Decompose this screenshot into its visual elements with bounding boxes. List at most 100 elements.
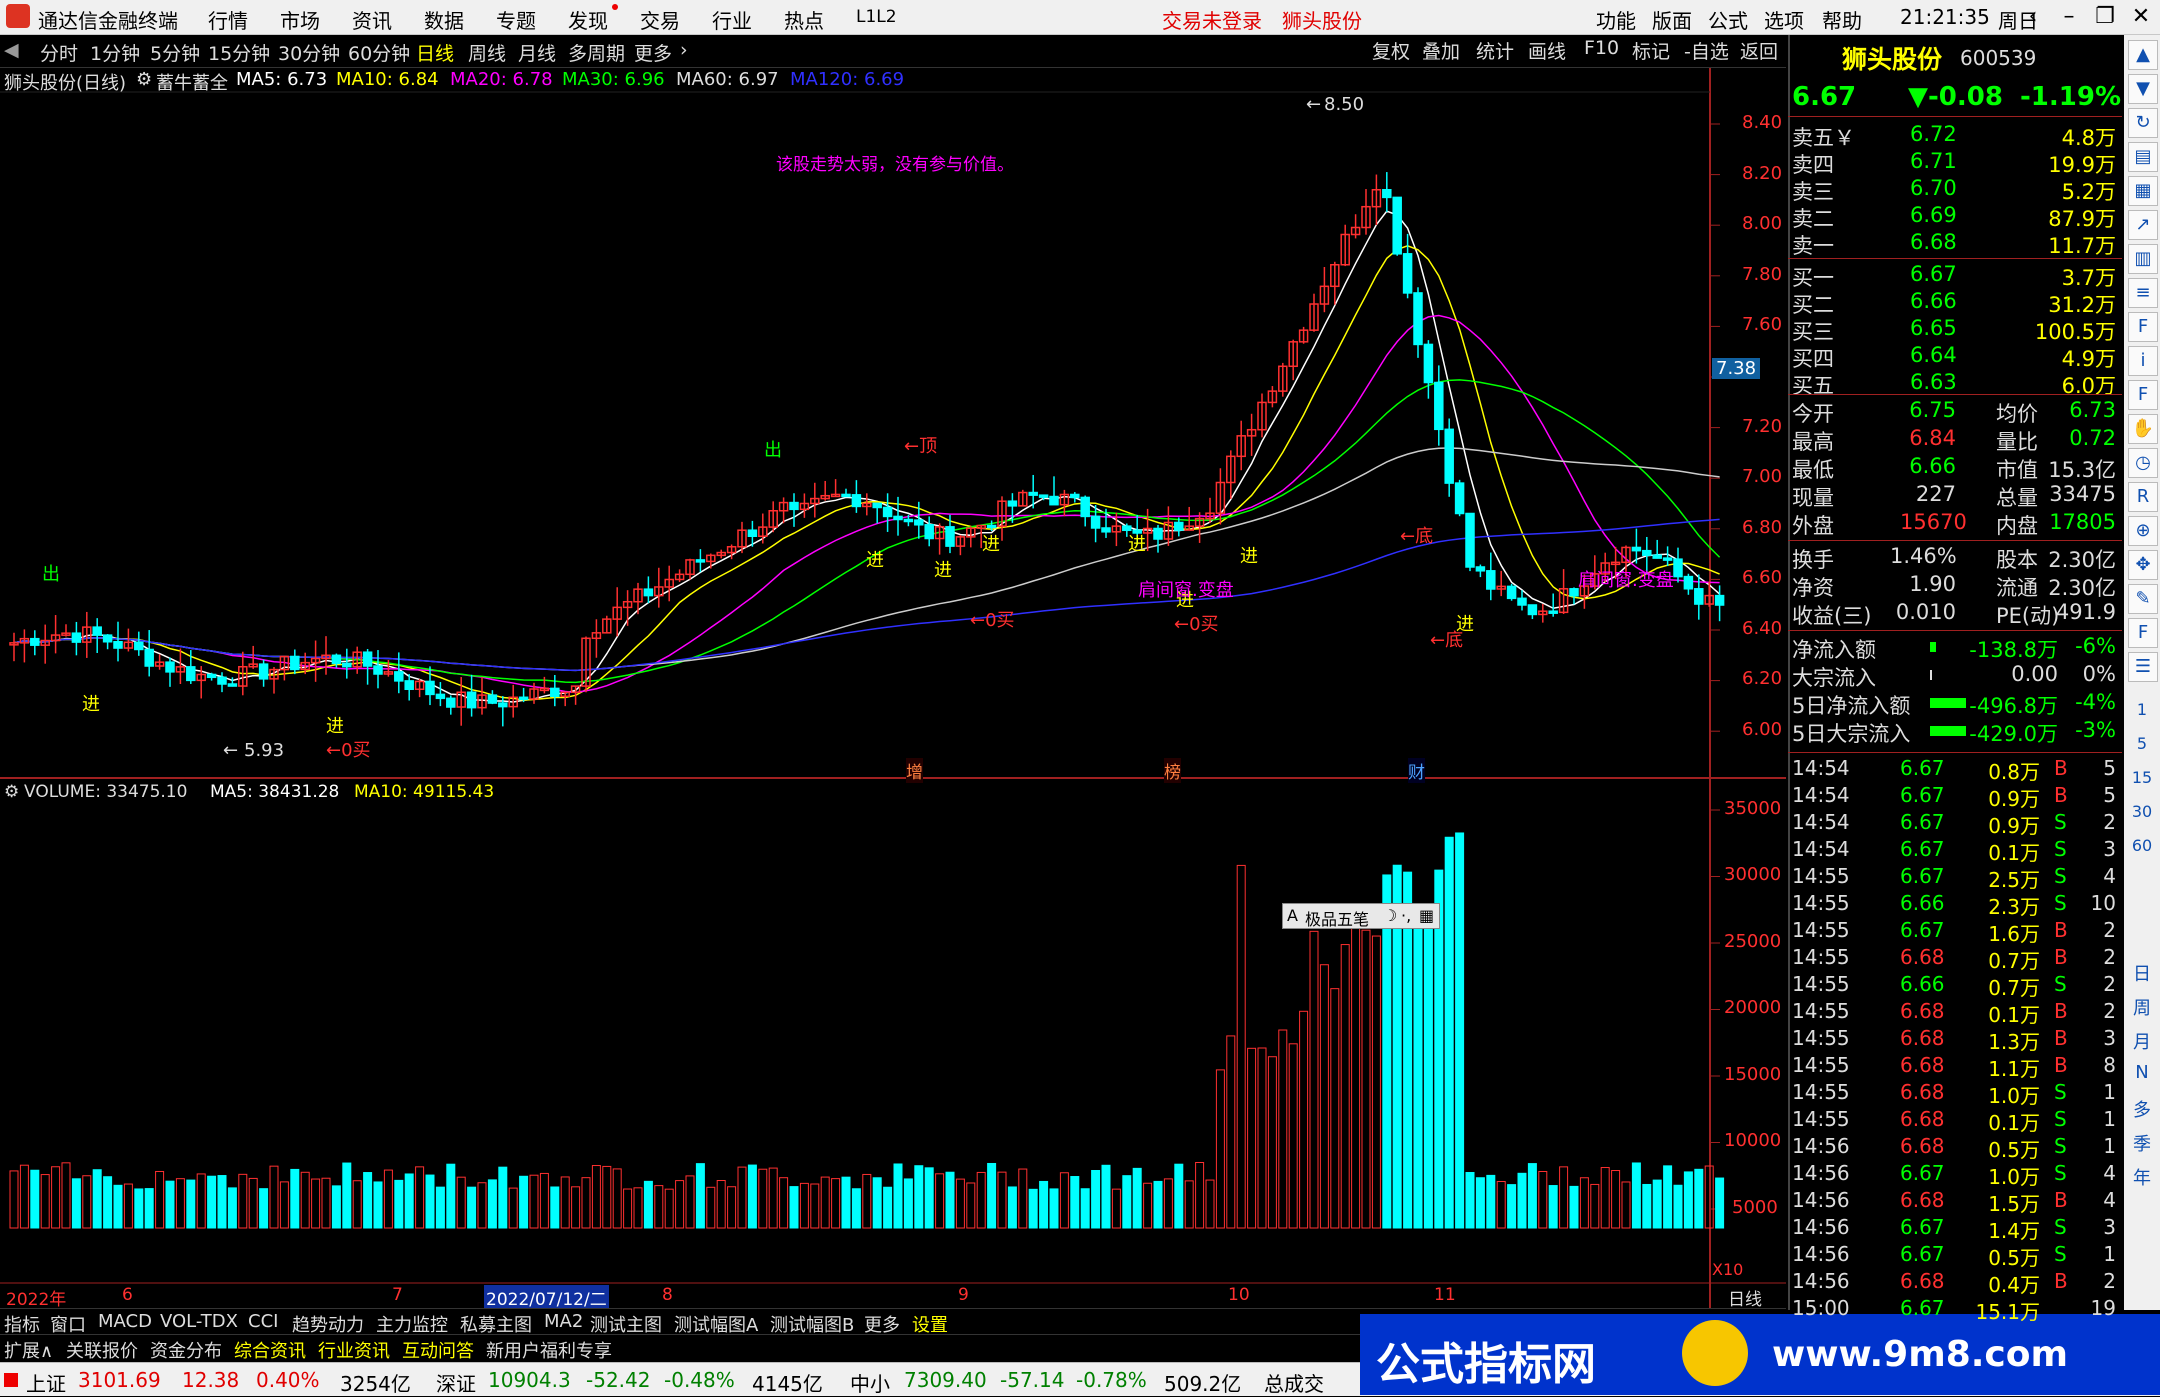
table-icon[interactable]: ▦ [2128, 176, 2158, 206]
tab-vol-tdx[interactable]: VOL-TDX [160, 1311, 238, 1332]
tool-overlay[interactable]: 叠加 [1422, 37, 1460, 64]
menu-industry[interactable]: 行业 [712, 5, 752, 34]
collapse-icon[interactable]: ◀ [4, 39, 19, 61]
event-bang[interactable]: 榜 [1164, 758, 1181, 783]
tab-expand[interactable]: 扩展∧ [4, 1337, 53, 1363]
menu-function[interactable]: 功能 [1596, 5, 1636, 34]
tab-fund-distribution[interactable]: 资金分布 [150, 1337, 222, 1363]
menu-formula[interactable]: 公式 [1708, 5, 1748, 34]
tab-macd[interactable]: MACD [98, 1311, 152, 1332]
period-shortcut[interactable]: 30 [2128, 802, 2156, 821]
period-15min[interactable]: 15分钟 [208, 39, 270, 66]
ime-punct-icon[interactable]: ·, [1401, 906, 1411, 925]
index-name[interactable]: 深证 [436, 1368, 476, 1397]
tab-ma2[interactable]: MA2 [544, 1311, 583, 1332]
menu-market[interactable]: 市场 [280, 5, 320, 34]
info-icon[interactable]: i [2128, 346, 2158, 376]
period-shortcut[interactable]: 年 [2128, 1164, 2156, 1190]
event-cai[interactable]: 财 [1408, 758, 1425, 783]
tool-back[interactable]: 返回 [1740, 37, 1778, 64]
period-more[interactable]: 更多 [634, 39, 672, 66]
tool-mark[interactable]: 标记 [1632, 37, 1670, 64]
news-icon[interactable]: ≡ [2128, 278, 2158, 308]
period-monthly[interactable]: 月线 [518, 39, 556, 66]
fs-icon[interactable]: F [2128, 618, 2158, 648]
tab-general-news[interactable]: 综合资讯 [234, 1337, 306, 1363]
edit-icon[interactable]: ✎ [2128, 584, 2158, 614]
current-stock-alert[interactable]: 狮头股份 [1282, 5, 1362, 34]
bar-chart-icon[interactable]: ▥ [2128, 244, 2158, 274]
period-shortcut[interactable]: 多 [2128, 1096, 2156, 1122]
clock-icon[interactable]: ◷ [2128, 448, 2158, 478]
hand-icon[interactable]: ✋ [2128, 414, 2158, 444]
menu-options[interactable]: 选项 [1764, 5, 1804, 34]
period-shortcut[interactable]: 5 [2128, 734, 2156, 753]
menu-help[interactable]: 帮助 [1822, 5, 1862, 34]
candle-body [498, 702, 508, 708]
volume-collapse-icon[interactable]: ⚙ [4, 782, 19, 802]
menu-l1l2[interactable]: L1L2 [856, 7, 897, 27]
ime-name[interactable]: 极品五笔 [1305, 906, 1369, 930]
zoom-icon[interactable]: ⊕ [2128, 516, 2158, 546]
tool-rights[interactable]: 复权 [1372, 37, 1410, 64]
menu-data[interactable]: 数据 [424, 5, 464, 34]
list-icon[interactable]: ☰ [2128, 652, 2158, 682]
index-name[interactable]: 中小 [850, 1368, 890, 1397]
tool-draw[interactable]: 画线 [1528, 37, 1566, 64]
period-weekly[interactable]: 周线 [468, 39, 506, 66]
close-icon[interactable]: ✕ [2124, 2, 2158, 32]
chart-icon[interactable]: ▤ [2128, 142, 2158, 172]
menu-hot[interactable]: 热点 [784, 5, 824, 34]
period-60min[interactable]: 60分钟 [348, 39, 410, 66]
kline-chart[interactable] [0, 68, 1786, 1313]
menu-layout[interactable]: 版面 [1652, 5, 1692, 34]
f2-icon[interactable]: F [2128, 380, 2158, 410]
ime-keyboard-icon[interactable]: ▦ [1419, 906, 1434, 925]
tool-watchlist[interactable]: -自选 [1684, 37, 1729, 64]
restore-icon[interactable]: ❐ [2088, 2, 2122, 32]
period-multi[interactable]: 多周期 [568, 39, 625, 66]
period-5min[interactable]: 5分钟 [150, 39, 200, 66]
period-daily[interactable]: 日线 [416, 39, 454, 66]
rsi-icon[interactable]: R [2128, 482, 2158, 512]
period-shortcut[interactable]: N [2128, 1062, 2156, 1083]
period-intraday[interactable]: 分时 [40, 39, 78, 66]
back-icon[interactable]: ‹ [2016, 2, 2050, 32]
menu-discover[interactable]: 发现 [568, 5, 608, 34]
tool-stats[interactable]: 统计 [1476, 37, 1514, 64]
period-shortcut[interactable]: 周 [2128, 994, 2156, 1020]
period-shortcut[interactable]: 60 [2128, 836, 2156, 855]
tab-qa[interactable]: 互动问答 [402, 1337, 474, 1363]
up-arrow-icon[interactable]: ▲ [2128, 40, 2158, 70]
period-shortcut[interactable]: 月 [2128, 1028, 2156, 1054]
move-icon[interactable]: ✥ [2128, 550, 2158, 580]
refresh-icon[interactable]: ↻ [2128, 108, 2158, 138]
period-30min[interactable]: 30分钟 [278, 39, 340, 66]
tab-cci[interactable]: CCI [248, 1311, 278, 1332]
tab-new-user[interactable]: 新用户福利专享 [486, 1337, 612, 1363]
chevron-right-icon[interactable]: › [680, 39, 688, 61]
menu-news[interactable]: 资讯 [352, 5, 392, 34]
ime-icon[interactable]: A [1287, 906, 1298, 925]
period-shortcut[interactable]: 日 [2128, 960, 2156, 986]
menu-topics[interactable]: 专题 [496, 5, 536, 34]
minimize-icon[interactable]: – [2052, 2, 2086, 32]
tab-related-quotes[interactable]: 关联报价 [66, 1337, 138, 1363]
line-chart-icon[interactable]: ↗ [2128, 210, 2158, 240]
down-arrow-icon[interactable]: ▼ [2128, 74, 2158, 104]
index-name[interactable]: 上证 [26, 1368, 66, 1397]
trade-login-status[interactable]: 交易未登录 [1162, 5, 1262, 34]
menu-quotes[interactable]: 行情 [208, 5, 248, 34]
event-zeng[interactable]: 增 [906, 758, 923, 783]
ime-toolbar[interactable]: A 极品五笔 ☽ ·, ▦ [1282, 903, 1440, 929]
tick-time: 14:56 [1792, 1134, 1850, 1158]
tab-industry-news[interactable]: 行业资讯 [318, 1337, 390, 1363]
period-shortcut[interactable]: 1 [2128, 700, 2156, 719]
ime-moon-icon[interactable]: ☽ [1383, 906, 1397, 925]
period-shortcut[interactable]: 季 [2128, 1130, 2156, 1156]
tool-f10[interactable]: F10 [1584, 37, 1619, 59]
period-1min[interactable]: 1分钟 [90, 39, 140, 66]
f10-icon[interactable]: F [2128, 312, 2158, 342]
menu-trade[interactable]: 交易 [640, 5, 680, 34]
period-shortcut[interactable]: 15 [2128, 768, 2156, 787]
